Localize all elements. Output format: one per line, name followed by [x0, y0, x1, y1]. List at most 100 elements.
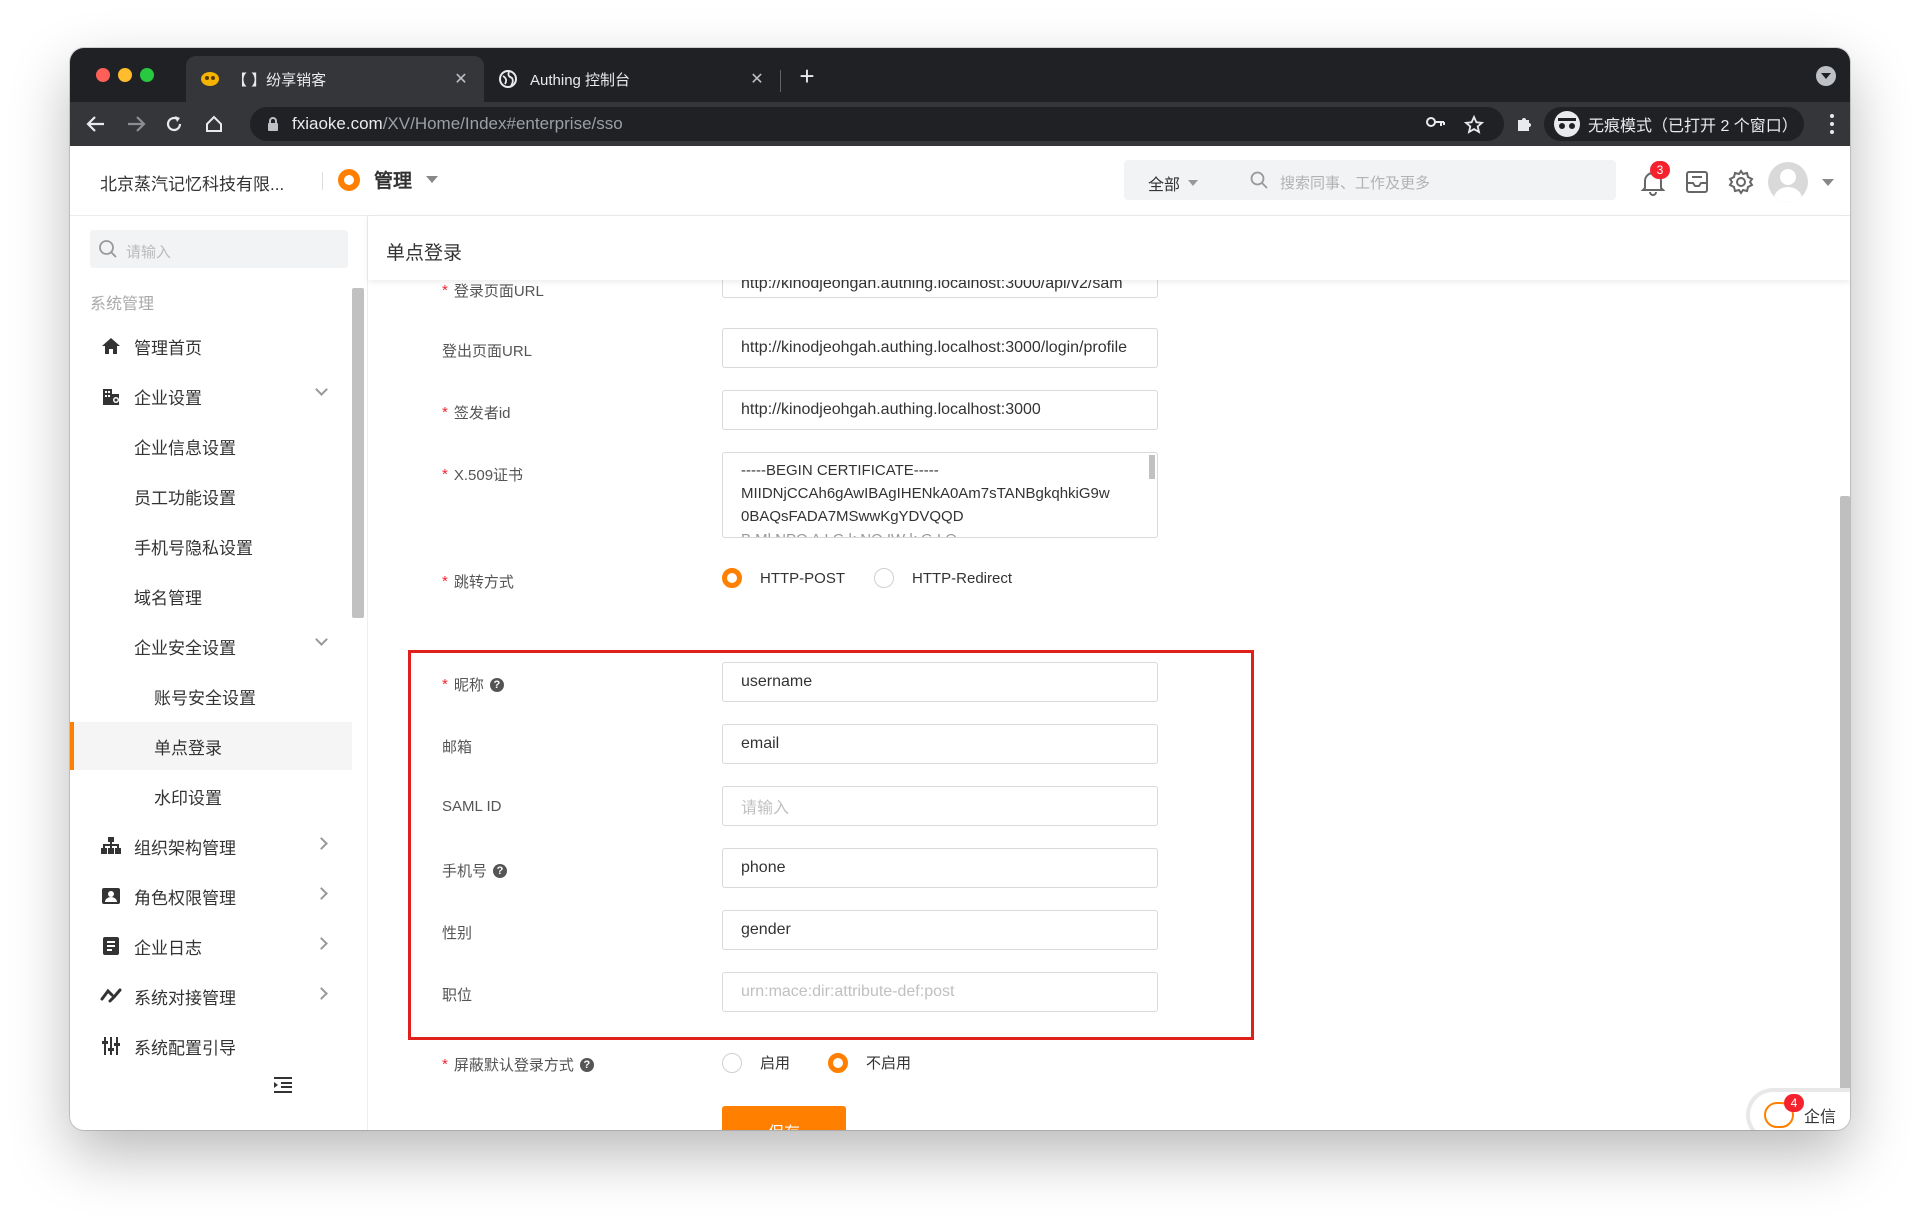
tab-close-icon[interactable]: ✕ [452, 69, 470, 89]
tab-title: Authing 控制台 [530, 71, 631, 89]
sidebar-item-home[interactable]: 管理首页 [70, 322, 352, 370]
company-name[interactable]: 北京蒸汽记忆科技有限... [100, 170, 284, 195]
tab-authing[interactable]: Authing 控制台 ✕ [484, 56, 780, 102]
radio-disable[interactable]: 不启用 [828, 1052, 911, 1073]
radio-http-post[interactable]: HTTP-POST [722, 568, 845, 588]
sidebar-scrollbar[interactable] [352, 288, 364, 618]
issuer-input[interactable]: http://kinodjeohgah.authing.localhost:30… [722, 390, 1158, 430]
help-icon[interactable]: ? [493, 863, 508, 878]
sidebar-item-phone-privacy[interactable]: 手机号隐私设置 [70, 522, 352, 570]
chevron-right-icon [315, 837, 328, 850]
settings-button[interactable] [1724, 165, 1758, 199]
nickname-input[interactable]: username [722, 662, 1158, 702]
sidebar-item-role-permissions[interactable]: 角色权限管理 [70, 872, 352, 920]
extensions-icon[interactable] [1510, 110, 1538, 138]
sidebar-item-security-settings[interactable]: 企业安全设置 [70, 622, 352, 670]
textarea-scrollbar[interactable] [1149, 455, 1155, 479]
sidebar-item-company-info[interactable]: 企业信息设置 [70, 422, 352, 470]
save-button[interactable]: 保存 [722, 1106, 846, 1130]
search-icon [1250, 171, 1268, 189]
position-label: 职位 [442, 987, 473, 1004]
chat-label: 企信 [1804, 1109, 1837, 1126]
saml-id-label: SAML ID [442, 798, 502, 815]
notification-badge: 3 [1650, 161, 1670, 179]
phone-input[interactable]: phone [722, 848, 1158, 888]
redirect-label: * 跳转方式 [442, 573, 514, 591]
sidebar-item-domain[interactable]: 域名管理 [70, 572, 352, 620]
sidebar-group-label: 系统管理 [90, 296, 155, 313]
sidebar-item-label: 账号安全设置 [154, 688, 256, 708]
chevron-right-icon [315, 937, 328, 950]
sidebar-item-enterprise-log[interactable]: 企业日志 [70, 922, 352, 970]
chat-bubble-icon: 4 [1764, 1094, 1804, 1128]
tab-bar: 【 】纷享销客 ✕ Authing 控制台 ✕ + [70, 48, 1850, 102]
home-icon[interactable] [200, 110, 228, 138]
cert-textarea[interactable]: -----BEGIN CERTIFICATE----- MIIDNjCCAh6g… [722, 452, 1158, 538]
back-icon[interactable] [82, 110, 110, 138]
collapse-sidebar-icon[interactable] [272, 1076, 294, 1099]
id-card-icon [100, 885, 122, 907]
tab-close-icon[interactable]: ✕ [748, 69, 766, 89]
gender-input[interactable]: gender [722, 910, 1158, 950]
new-tab-button[interactable]: + [792, 62, 822, 92]
qixin-chat-button[interactable]: 4 企信 [1746, 1088, 1850, 1130]
email-input[interactable]: email [722, 724, 1158, 764]
tab-separator [780, 70, 781, 92]
star-icon[interactable] [1464, 115, 1484, 135]
help-icon[interactable]: ? [579, 1057, 594, 1072]
log-icon [100, 935, 122, 957]
maximize-window-button[interactable] [140, 68, 154, 82]
radio-label: HTTP-POST [760, 569, 845, 587]
sidebar-item-enterprise-settings[interactable]: 企业设置 [70, 372, 352, 420]
module-switcher[interactable]: 管理 [338, 166, 439, 193]
sidebar-item-org-structure[interactable]: 组织架构管理 [70, 822, 352, 870]
sidebar-item-employee-features[interactable]: 员工功能设置 [70, 472, 352, 520]
reload-icon[interactable] [160, 110, 188, 138]
sidebar-item-system-integration[interactable]: 系统对接管理 [70, 972, 352, 1020]
inbox-button[interactable] [1680, 165, 1714, 199]
tab-title: 【 】纷享销客 [232, 71, 327, 89]
notifications-button[interactable]: 3 [1636, 161, 1670, 199]
sidebar-item-label: 域名管理 [134, 588, 202, 608]
saml-id-input[interactable]: 请输入 [722, 786, 1158, 826]
minimize-window-button[interactable] [118, 68, 132, 82]
sidebar-item-label: 企业安全设置 [134, 638, 236, 658]
inbox-icon [1686, 171, 1708, 193]
gender-label: 性别 [442, 925, 473, 942]
close-window-button[interactable] [96, 68, 110, 82]
help-icon[interactable]: ? [489, 677, 504, 692]
radio-http-redirect[interactable]: HTTP-Redirect [874, 568, 1012, 588]
url-path: /XV/Home/Index#enterprise/sso [382, 114, 623, 133]
chevron-down-icon[interactable] [1822, 178, 1834, 186]
browser-menu-icon[interactable] [1830, 114, 1834, 134]
radio-enable[interactable]: 启用 [722, 1052, 790, 1073]
search-scope-select[interactable]: 全部 [1148, 171, 1199, 195]
chat-badge: 4 [1784, 1094, 1804, 1112]
global-search[interactable]: 全部 搜索同事、工作及更多 [1124, 160, 1616, 200]
login-url-label: * 登录页面URL [442, 282, 544, 300]
incognito-indicator[interactable]: 无痕模式（已打开 2 个窗口） [1544, 107, 1804, 141]
key-icon[interactable] [1426, 115, 1446, 129]
logout-url-input[interactable]: http://kinodjeohgah.authing.localhost:30… [722, 328, 1158, 368]
sidebar-item-sso[interactable]: 单点登录 [70, 722, 352, 770]
forward-icon[interactable] [122, 110, 150, 138]
lock-icon [268, 117, 278, 131]
chevron-down-icon [1188, 180, 1199, 186]
chevron-right-icon [315, 887, 328, 900]
sidebar-item-account-security[interactable]: 账号安全设置 [70, 672, 352, 720]
header-divider [322, 172, 323, 190]
sidebar-search-input[interactable]: 请输入 [90, 230, 348, 268]
position-input[interactable]: urn:mace:dir:attribute-def:post [722, 972, 1158, 1012]
avatar[interactable] [1768, 162, 1808, 202]
sidebar-item-config-guide[interactable]: 系统配置引导 [70, 1022, 352, 1070]
address-bar[interactable]: fxiaoke.com/XV/Home/Index#enterprise/sso [250, 107, 1504, 141]
cert-line: -----BEGIN CERTIFICATE----- [741, 462, 939, 479]
tab-fxiaoke[interactable]: 【 】纷享销客 ✕ [186, 56, 484, 102]
home-icon [100, 335, 122, 357]
tab-search-icon[interactable] [1816, 66, 1836, 86]
browser-toolbar: fxiaoke.com/XV/Home/Index#enterprise/sso… [70, 102, 1850, 146]
page-title: 单点登录 [386, 243, 463, 264]
sidebar-item-watermark[interactable]: 水印设置 [70, 772, 352, 820]
main-scrollbar[interactable] [1840, 496, 1850, 1116]
cert-line: MIIDNjCCAh6gAwIBAgIHENkA0Am7sTANBgkqhkiG… [741, 485, 1110, 502]
